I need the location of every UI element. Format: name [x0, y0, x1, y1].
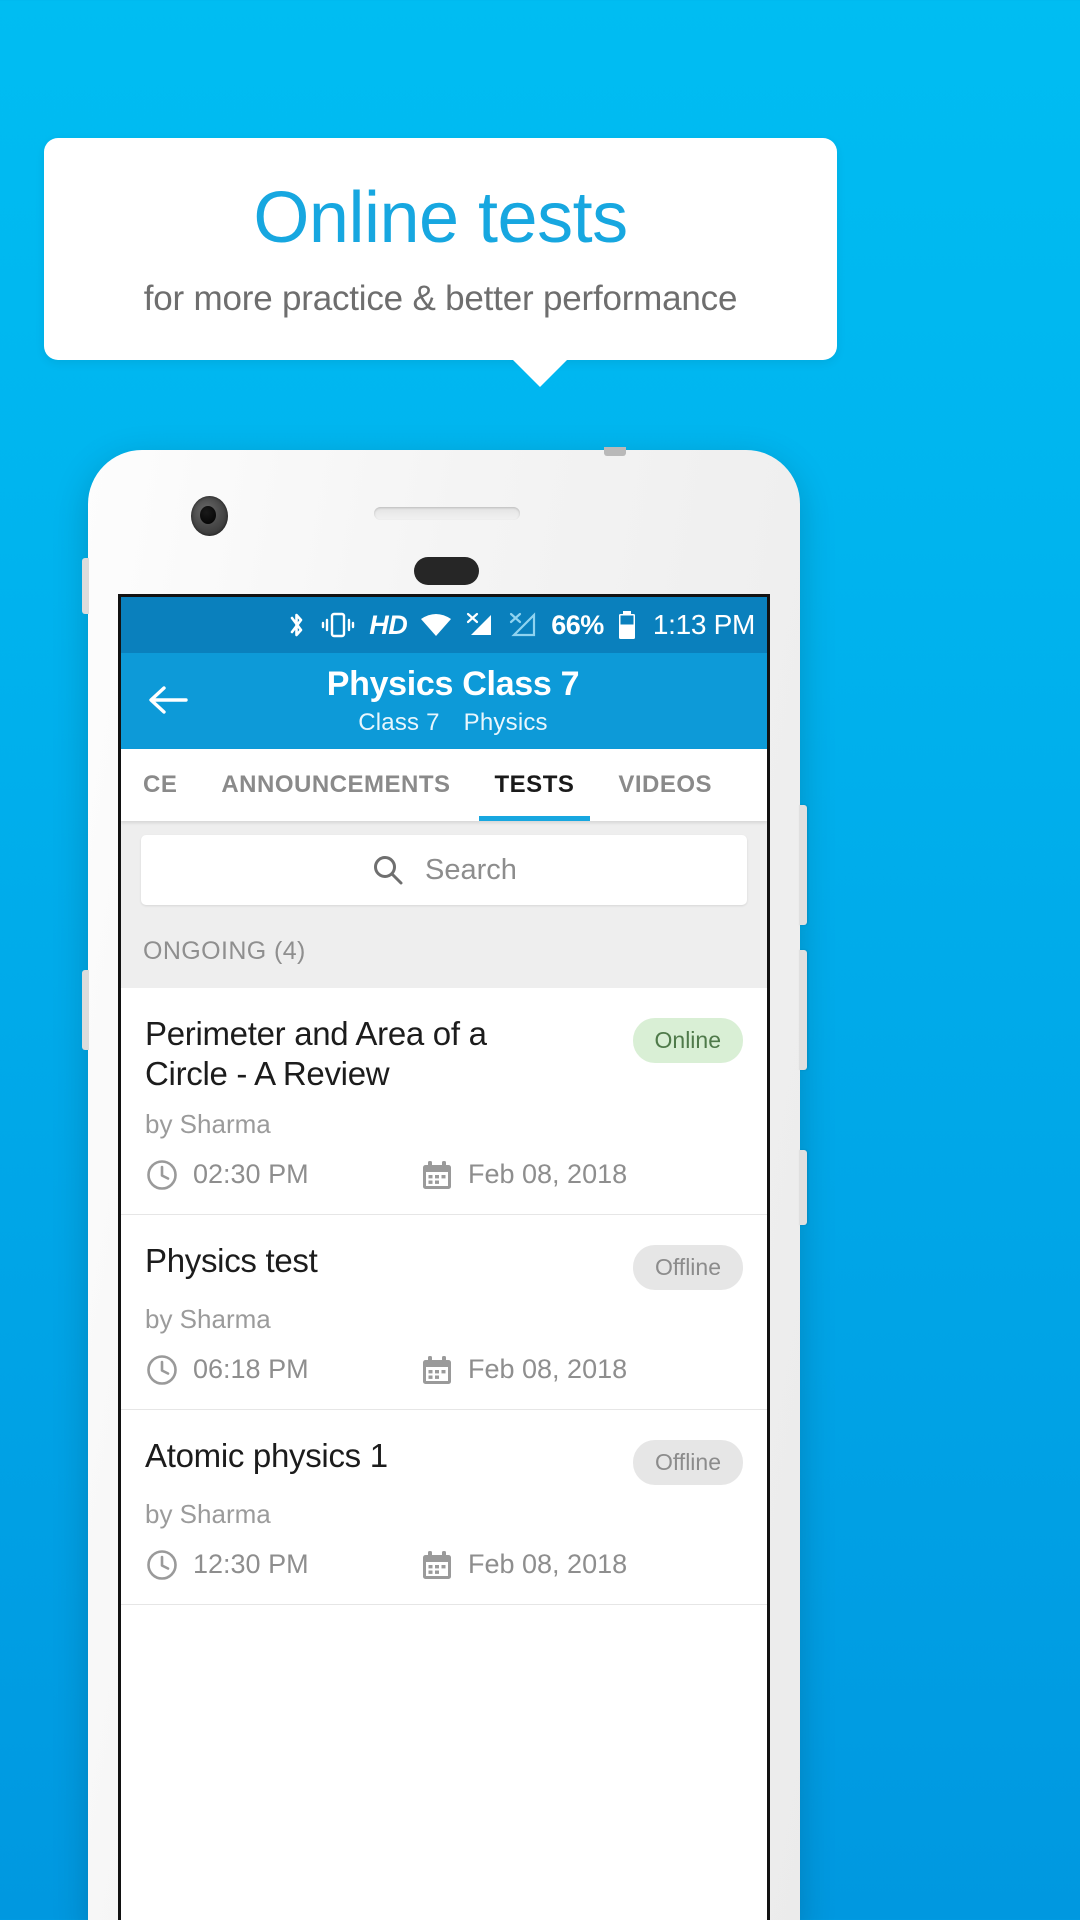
proximity-sensor — [414, 557, 479, 585]
left-side-button-top[interactable] — [82, 558, 89, 614]
promo-subtitle: for more practice & better performance — [143, 278, 738, 318]
status-bar: HD 66% 1:13 PM — [121, 597, 767, 653]
page-title: Physics Class 7 — [326, 665, 580, 703]
search-zone: Search — [121, 821, 767, 923]
card-top-row: Perimeter and Area of a Circle - A Revie… — [145, 1014, 743, 1095]
promo-title: Online tests — [253, 178, 628, 259]
tab-tests[interactable]: TESTS — [473, 749, 597, 821]
status-badge: Online — [632, 1018, 743, 1063]
promo-card: Online tests for more practice & better … — [44, 138, 837, 360]
test-title: Atomic physics 1 — [145, 1436, 388, 1474]
test-list: Perimeter and Area of a Circle - A Revie… — [121, 988, 767, 1605]
card-top-row: Atomic physics 1 Offline — [145, 1436, 743, 1485]
breadcrumb: Class 7 Physics — [346, 709, 560, 737]
vibrate-icon — [320, 611, 356, 639]
test-date-label: Feb 08, 2018 — [468, 1354, 628, 1384]
phone-screen: HD 66% 1:13 PM Physics Class 7 Class 7 P… — [118, 594, 770, 1920]
power-button[interactable] — [799, 1150, 807, 1225]
calendar-icon — [423, 1355, 451, 1384]
earpiece-speaker — [374, 507, 520, 520]
test-time-label: 06:18 PM — [193, 1354, 309, 1384]
test-time-label: 12:30 PM — [193, 1549, 309, 1579]
breadcrumb-class: Class 7 — [358, 709, 440, 736]
test-meta-row: 02:30 PM Feb 08, 2018 — [145, 1158, 743, 1192]
search-placeholder: Search — [425, 853, 517, 886]
volume-up-button[interactable] — [799, 805, 807, 925]
tab-announcements[interactable]: ANNOUNCEMENTS — [199, 749, 472, 821]
back-arrow-icon[interactable] — [147, 681, 189, 719]
status-badge: Offline — [632, 1439, 743, 1485]
volume-down-button[interactable] — [799, 950, 807, 1070]
list-item[interactable]: Physics test Offline by Sharma 06:18 PM — [121, 1215, 767, 1410]
clock-icon — [147, 1354, 177, 1385]
section-header-ongoing: ONGOING (4) — [121, 923, 767, 988]
search-input[interactable]: Search — [141, 835, 747, 905]
test-date: Feb 08, 2018 — [420, 1353, 627, 1387]
test-time: 02:30 PM — [145, 1158, 420, 1192]
phone-mockup: HD 66% 1:13 PM Physics Class 7 Class 7 P… — [82, 447, 807, 1920]
test-author: by Sharma — [145, 1303, 271, 1334]
test-date-label: Feb 08, 2018 — [468, 1549, 628, 1579]
test-meta-row: 12:30 PM Feb 08, 2018 — [145, 1548, 743, 1582]
clock-icon — [147, 1549, 177, 1580]
card-top-row: Physics test Offline — [145, 1241, 743, 1290]
signal-off-icon — [465, 611, 495, 639]
list-item[interactable]: Atomic physics 1 Offline by Sharma 12:30… — [121, 1410, 767, 1605]
tab-bar: CE ANNOUNCEMENTS TESTS VIDEOS — [121, 749, 767, 821]
promo-card-tail — [512, 359, 568, 387]
wifi-icon — [420, 612, 452, 638]
tab-videos[interactable]: VIDEOS — [596, 749, 734, 821]
test-date: Feb 08, 2018 — [420, 1548, 627, 1582]
test-date: Feb 08, 2018 — [420, 1158, 627, 1192]
test-author: by Sharma — [145, 1108, 271, 1139]
front-camera-icon — [191, 496, 228, 536]
test-meta-row: 06:18 PM Feb 08, 2018 — [145, 1353, 743, 1387]
calendar-icon — [423, 1160, 451, 1189]
test-title: Physics test — [145, 1241, 318, 1279]
test-author: by Sharma — [145, 1498, 271, 1529]
status-bar-clock: 1:13 PM — [652, 609, 755, 640]
app-bar: Physics Class 7 Class 7 Physics — [121, 653, 767, 749]
clock-icon — [147, 1159, 177, 1190]
signal-off-icon — [508, 611, 538, 639]
search-icon — [374, 856, 403, 885]
calendar-icon — [423, 1550, 451, 1579]
hd-icon: HD — [369, 609, 408, 640]
left-side-button-bottom[interactable] — [82, 970, 89, 1050]
test-time-label: 02:30 PM — [193, 1159, 309, 1189]
status-badge: Offline — [632, 1244, 743, 1290]
phone-top-notch — [604, 447, 626, 456]
battery-icon — [617, 610, 637, 640]
breadcrumb-subject: Physics — [463, 709, 548, 736]
test-title: Perimeter and Area of a Circle - A Revie… — [145, 1015, 487, 1093]
test-time: 06:18 PM — [145, 1353, 420, 1387]
test-date-label: Feb 08, 2018 — [468, 1159, 628, 1189]
bluetooth-icon — [287, 610, 307, 640]
list-item[interactable]: Perimeter and Area of a Circle - A Revie… — [121, 988, 767, 1215]
app-bar-titles: Physics Class 7 Class 7 Physics — [121, 665, 767, 737]
battery-percent-label: 66% — [551, 609, 604, 640]
tab-ce[interactable]: CE — [121, 749, 199, 821]
test-time: 12:30 PM — [145, 1548, 420, 1582]
